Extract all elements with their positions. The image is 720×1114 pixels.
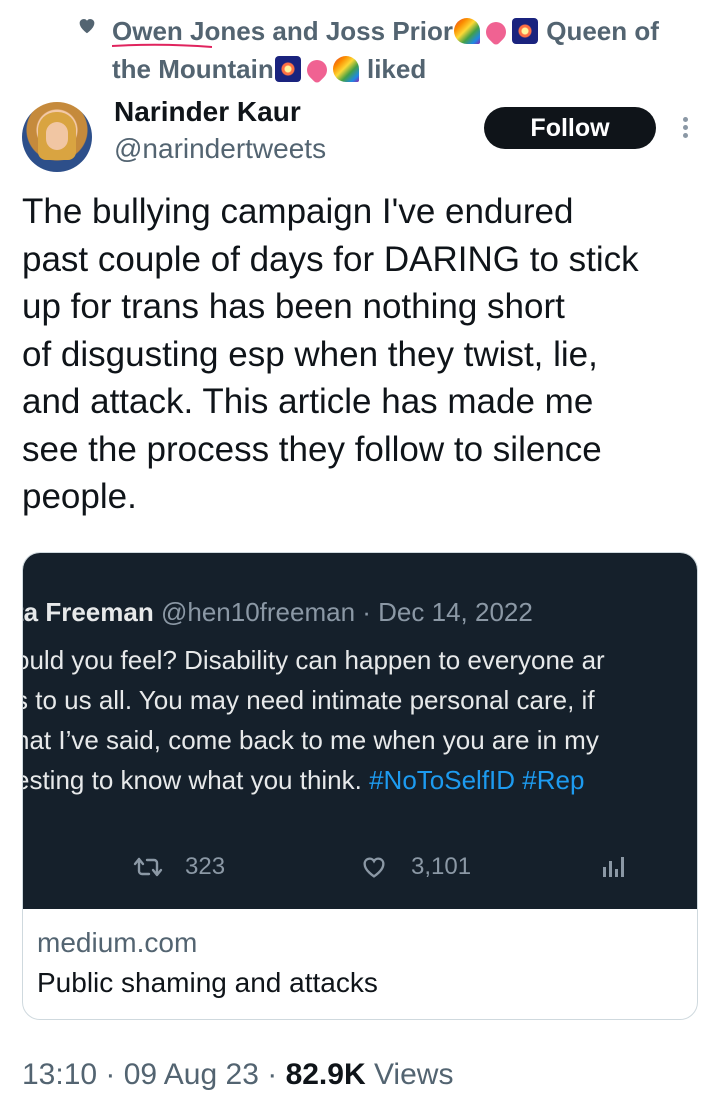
underline-mark (112, 43, 212, 48)
embedded-line-text: esting to know what you think. (23, 765, 370, 795)
sparkling-heart-emoji-icon (302, 55, 331, 85)
views-label: Views (365, 1058, 454, 1091)
liker-link[interactable]: Owen Jones (112, 16, 265, 48)
meta-separator: · (258, 1058, 286, 1091)
card-domain: medium.com (37, 927, 198, 958)
liked-label: liked (359, 54, 427, 84)
tweet-line: The bullying campaign I've endured (22, 192, 574, 231)
card-footer[interactable]: medium.com Public shaming and attacks (23, 909, 697, 1019)
tweet-text: The bullying campaign I've endured past … (22, 188, 702, 521)
liker-names[interactable]: and Joss Prior (265, 16, 453, 46)
embedded-author-handle: @hen10freeman (160, 597, 356, 627)
tweet-line: up for trans has been nothing short (22, 287, 565, 326)
heart-icon (79, 19, 95, 34)
author-handle[interactable]: @narindertweets (114, 133, 326, 165)
tweet-line: of disgusting esp when they twist, lie, (22, 334, 598, 374)
embedded-author-name: ta Freeman (23, 597, 154, 627)
tweet-line: see the process they follow to silence (22, 429, 602, 469)
embedded-line: s to us all. You may need intimate perso… (23, 685, 595, 715)
embedded-retweets: 323 (133, 853, 225, 881)
meta-separator: · (97, 1058, 124, 1091)
link-card[interactable]: ta Freeman @hen10freeman · Dec 14, 2022 … (22, 552, 698, 1020)
embedded-likes: 3,101 (359, 853, 471, 881)
tweet-line: and attack. This article has made me (22, 382, 594, 421)
tweet-meta: 13:10 · 09 Aug 23 · 82.9K Views (22, 1058, 453, 1092)
more-options-icon[interactable] (674, 114, 696, 142)
like-icon (363, 857, 385, 878)
embedded-header: ta Freeman @hen10freeman · Dec 14, 2022 (23, 597, 533, 628)
social-context-text: Owen Jones and Joss Prior Queen of the M… (112, 12, 702, 88)
embedded-line: hat I’ve said, come back to me when you … (23, 725, 599, 755)
sparkling-heart-emoji-icon (481, 17, 511, 47)
avatar-face (46, 122, 68, 150)
embedded-line: ould you feel? Disability can happen to … (23, 645, 605, 675)
rainbow-emoji-icon (332, 56, 359, 82)
card-title: Public shaming and attacks (37, 967, 378, 998)
card-media-screenshot: ta Freeman @hen10freeman · Dec 14, 2022 … (23, 553, 697, 909)
rainbow-emoji-icon (454, 18, 480, 44)
avatar[interactable] (22, 102, 92, 172)
analytics-icon (603, 857, 624, 877)
like-count: 3,101 (411, 853, 472, 880)
embedded-hashtags: #NoToSelfID #Rep (369, 765, 585, 795)
views-count[interactable]: 82.9K (286, 1058, 366, 1091)
follow-button[interactable]: Follow (484, 107, 656, 149)
author-name[interactable]: Narinder Kaur (114, 96, 301, 128)
tweet-line: people. (22, 477, 137, 516)
embedded-line-last: esting to know what you think. #NoToSelf… (23, 765, 584, 796)
retweet-icon (133, 857, 163, 877)
embedded-date: Dec 14, 2022 (378, 597, 533, 627)
embedded-separator: · (355, 597, 379, 627)
tweet-date[interactable]: 09 Aug 23 (124, 1058, 259, 1091)
fireworks-emoji-icon (274, 56, 301, 82)
tweet-time[interactable]: 13:10 (22, 1058, 97, 1091)
fireworks-emoji-icon (512, 18, 538, 44)
tweet-line: past couple of days for DARING to stick (22, 239, 639, 279)
retweet-count: 323 (185, 853, 226, 880)
embedded-analytics (601, 853, 649, 879)
